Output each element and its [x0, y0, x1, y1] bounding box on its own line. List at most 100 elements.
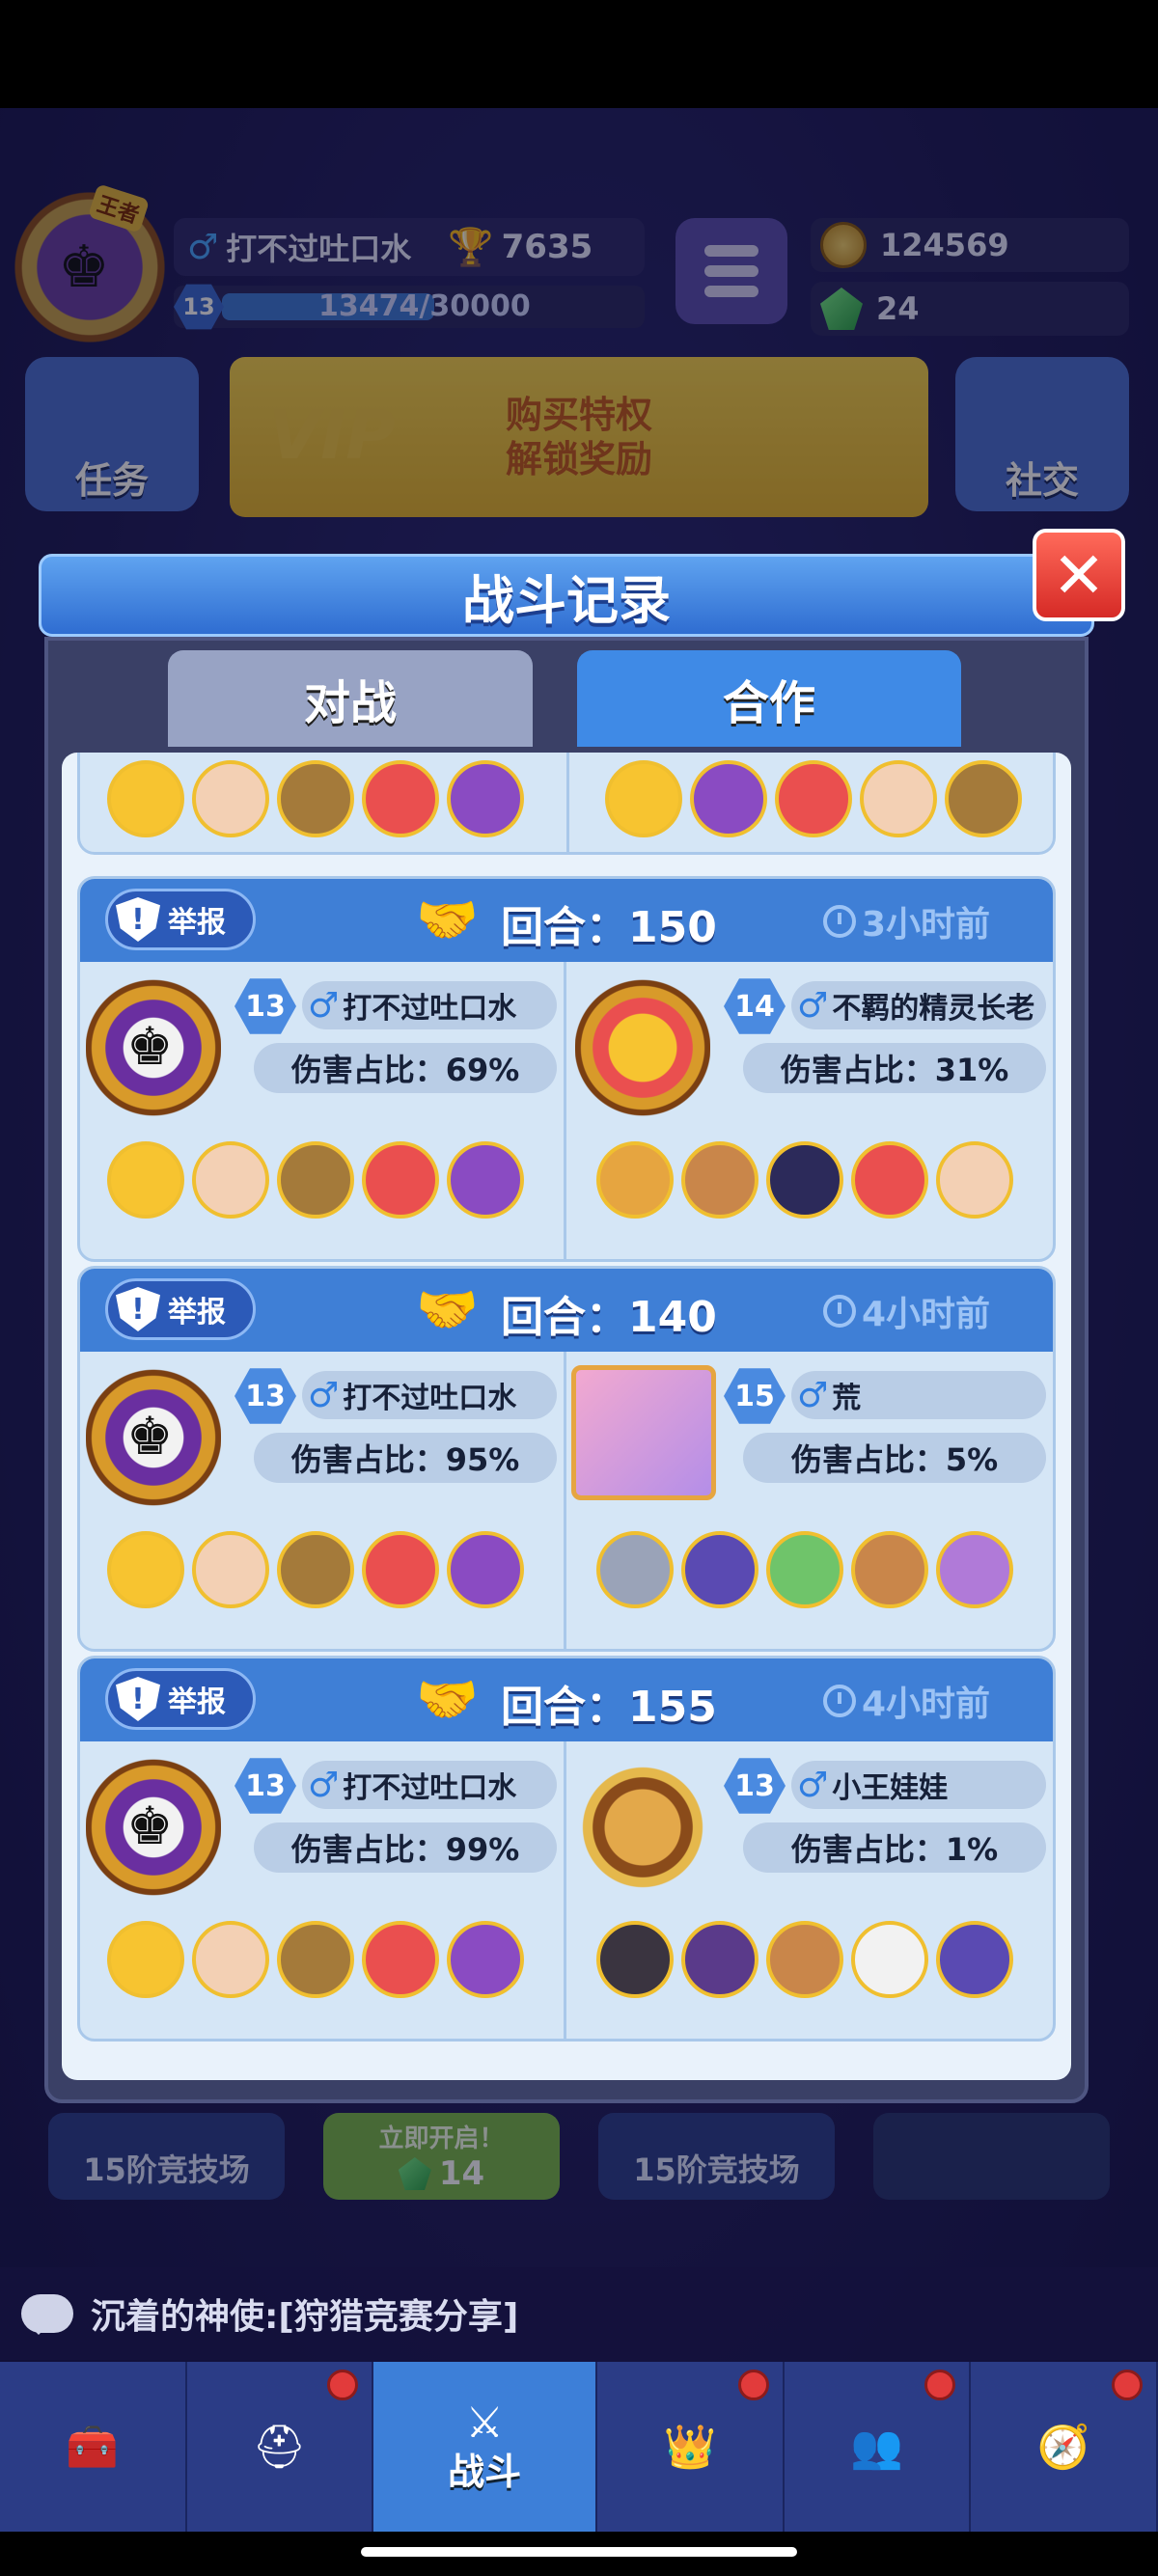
- chef-hero-icon: [681, 1141, 758, 1219]
- witch-hero-icon: [936, 1531, 1013, 1608]
- player-right[interactable]: 13 ♂ 小王娃娃 伤害占比：1%: [569, 1741, 1053, 2039]
- player-left[interactable]: ♚ 13 ♂ 打不过吐口水 伤害占比：69%: [80, 962, 566, 1259]
- round-value: 140: [628, 1293, 717, 1342]
- time-label: 3小时前: [862, 905, 991, 945]
- duck-hero-icon: [107, 1921, 184, 1998]
- player-name: 不羁的精灵长老: [832, 992, 1035, 1026]
- status-bar: [0, 0, 1158, 108]
- player-name: 小王娃娃: [832, 1771, 949, 1805]
- nav-battle[interactable]: ⚔ 战斗: [373, 2362, 598, 2532]
- record-header: ! 举报 🤝 回合：140 4小时前: [80, 1269, 1053, 1352]
- maid-hero-icon: [936, 1141, 1013, 1219]
- ghost-hero-icon: [851, 1921, 928, 1998]
- player-name-pill: ♂ 打不过吐口水: [302, 1761, 557, 1809]
- tab-coop[interactable]: 合作: [577, 650, 961, 747]
- record-header: ! 举报 🤝 回合：155 4小时前: [80, 1658, 1053, 1741]
- male-icon: ♂: [308, 1765, 340, 1805]
- maid-hero-icon: [192, 1531, 269, 1608]
- notification-dot: [924, 2370, 956, 2400]
- male-icon: ♂: [797, 1375, 829, 1415]
- record-header: ! 举报 🤝 回合：150 3小时前: [80, 879, 1053, 962]
- helmet-icon: ⛑: [252, 2423, 307, 2472]
- round-prefix: 回合：: [501, 903, 628, 952]
- record-card: ! 举报 🤝 回合：150 3小时前 ♚ 13 ♂ 打不过吐口水 伤害占比：69%: [77, 876, 1056, 1262]
- time-ago: 4小时前: [823, 1676, 990, 1726]
- round-value: 150: [628, 903, 717, 952]
- round-count: 回合：140: [501, 1282, 717, 1344]
- goblin-hero-icon: [447, 1921, 524, 1998]
- player-name: 打不过吐口水: [343, 992, 517, 1026]
- home-indicator[interactable]: [361, 2547, 797, 2557]
- duck-hero-icon: [107, 1531, 184, 1608]
- king-silhouette-avatar: ♚: [86, 1755, 221, 1900]
- clown-hero-icon: [362, 1141, 439, 1219]
- damage-share: 伤害占比：69%: [254, 1043, 557, 1093]
- acorn-hero-icon: [277, 1921, 354, 1998]
- hero-row: [107, 1531, 524, 1608]
- nav-rank[interactable]: 👑: [597, 2362, 785, 2532]
- duck-hero-icon: [605, 760, 682, 837]
- nav-guild[interactable]: 👥: [785, 2362, 972, 2532]
- clock-icon: [823, 1685, 856, 1717]
- crown-shield-icon: 👑: [663, 2423, 717, 2472]
- clock-icon: [823, 1295, 856, 1328]
- compass-icon: 🧭: [1036, 2423, 1090, 2472]
- level-badge: 13: [234, 1368, 296, 1424]
- wizard-hero-icon: [681, 1531, 758, 1608]
- level-badge: 13: [724, 1758, 786, 1814]
- wizard-hero-icon: [936, 1921, 1013, 1998]
- close-icon[interactable]: ✕: [1033, 529, 1125, 621]
- acorn-hero-icon: [945, 760, 1022, 837]
- acorn-hero-icon: [277, 1531, 354, 1608]
- player-left[interactable]: ♚ 13 ♂ 打不过吐口水 伤害占比：99%: [80, 1741, 566, 2039]
- nav-treasure[interactable]: 🧰: [0, 2362, 187, 2532]
- round-value: 155: [628, 1683, 717, 1732]
- tab-versus[interactable]: 对战: [168, 650, 533, 747]
- level-badge: 14: [724, 978, 786, 1034]
- report-button[interactable]: ! 举报: [105, 889, 256, 950]
- level-badge: 15: [724, 1368, 786, 1424]
- modal-title: 战斗记录: [39, 554, 1094, 637]
- player-right[interactable]: 15 ♂ 荒 伤害占比：5%: [569, 1352, 1053, 1649]
- shield-icon: !: [116, 897, 160, 942]
- record-card: ! 举报 🤝 回合：155 4小时前 ♚ 13 ♂ 打不过吐口水 伤害占比：99%: [77, 1656, 1056, 2042]
- time-label: 4小时前: [862, 1685, 991, 1724]
- nav-equipment[interactable]: ⛑: [187, 2362, 374, 2532]
- chat-ticker[interactable]: 沉着的神使:[狩猎竞赛分享]: [0, 2267, 1158, 2360]
- player-right[interactable]: 14 ♂ 不羁的精灵长老 伤害占比：31%: [569, 962, 1053, 1259]
- damage-share: 伤害占比：31%: [743, 1043, 1046, 1093]
- nav-explore[interactable]: 🧭: [971, 2362, 1158, 2532]
- report-button[interactable]: ! 举报: [105, 1278, 256, 1340]
- king-silhouette-avatar: ♚: [86, 975, 221, 1120]
- duck-badge-avatar: [575, 975, 710, 1120]
- guild-icon: 👥: [850, 2423, 903, 2472]
- chef-hero-icon: [851, 1531, 928, 1608]
- record-partial: [77, 753, 1056, 855]
- player-name: 打不过吐口水: [343, 1382, 517, 1415]
- maid-hero-icon: [192, 1141, 269, 1219]
- level-badge: 13: [234, 978, 296, 1034]
- record-list[interactable]: ! 举报 🤝 回合：150 3小时前 ♚ 13 ♂ 打不过吐口水 伤害占比：69%: [62, 753, 1071, 2080]
- maid-hero-icon: [192, 1921, 269, 1998]
- record-card: ! 举报 🤝 回合：140 4小时前 ♚ 13 ♂ 打不过吐口水 伤害占比：95%: [77, 1266, 1056, 1652]
- report-button[interactable]: ! 举报: [105, 1668, 256, 1730]
- clock-icon: [823, 905, 856, 938]
- hero-row: [596, 1531, 1013, 1608]
- player-name-pill: ♂ 荒: [791, 1371, 1046, 1419]
- acorn-hero-icon: [277, 1141, 354, 1219]
- damage-share: 伤害占比：95%: [254, 1433, 557, 1483]
- goblin-hero-icon: [447, 1531, 524, 1608]
- player-left[interactable]: ♚ 13 ♂ 打不过吐口水 伤害占比：95%: [80, 1352, 566, 1649]
- chef-hero-icon: [766, 1921, 843, 1998]
- hero-row: [596, 1141, 1013, 1219]
- king-silhouette-avatar: ♚: [86, 1365, 221, 1510]
- player-name-pill: ♂ 不羁的精灵长老: [791, 981, 1046, 1029]
- male-icon: ♂: [797, 1765, 829, 1805]
- police-hero-icon: [766, 1141, 843, 1219]
- damage-share: 伤害占比：1%: [743, 1822, 1046, 1873]
- player-name: 打不过吐口水: [343, 1771, 517, 1805]
- male-icon: ♂: [308, 1375, 340, 1415]
- battle-label: 战斗: [448, 2451, 522, 2493]
- goblin-hero-icon: [690, 760, 767, 837]
- report-label: 举报: [168, 906, 226, 940]
